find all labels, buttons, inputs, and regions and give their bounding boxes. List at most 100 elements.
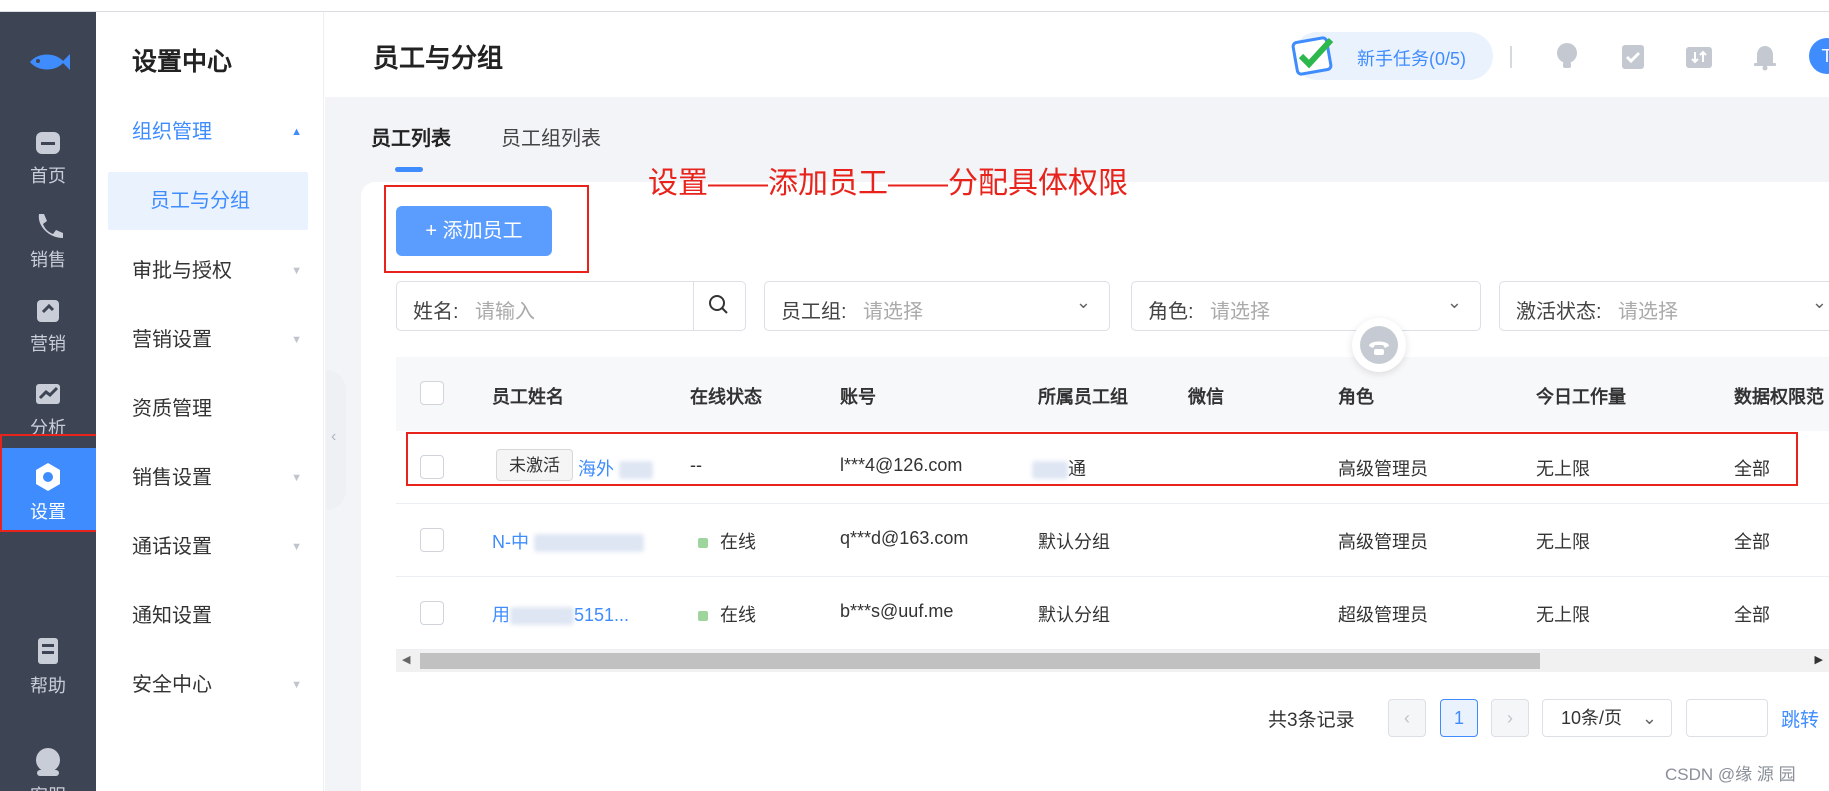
highlight-box-settings [0, 434, 104, 532]
caret-up-icon: ▲ [291, 126, 302, 138]
sidebar-item-sales[interactable]: 销售设置 ▼ [96, 450, 324, 506]
data-scope-cell: 全部 [1734, 605, 1770, 625]
rail-item-sales[interactable]: 销售 [0, 196, 96, 280]
floating-call-button[interactable] [1352, 318, 1406, 372]
table-row[interactable]: 用 5151... 在线 b***s@uuf.me 默认分组 超级管理员 无上限 … [396, 577, 1829, 650]
sidebar-item-label: 通话设置 [132, 536, 212, 558]
highlight-box-first-row [406, 432, 1798, 486]
caret-down-icon: ▼ [291, 265, 302, 277]
sidebar-item-label: 营销设置 [132, 329, 212, 351]
role-select-value: 请选择 [1210, 301, 1270, 323]
rail-item-support[interactable]: 客服 [0, 732, 96, 791]
bell-icon[interactable] [1749, 40, 1781, 72]
filter-label: 激活状态: [1516, 301, 1602, 323]
column-header: 数据权限范 [1734, 387, 1824, 407]
scrollbar-thumb[interactable] [420, 653, 1540, 669]
name-filter: 姓名: 请输入 [396, 281, 746, 331]
table-horizontal-scrollbar[interactable]: ◀ ▶ [396, 650, 1829, 672]
row-checkbox[interactable] [420, 601, 444, 625]
tab-group-list[interactable]: 员工组列表 [501, 122, 601, 151]
caret-down-icon: ▼ [291, 679, 302, 691]
search-icon [709, 295, 728, 314]
next-page-button[interactable]: › [1491, 699, 1529, 737]
row-checkbox[interactable] [420, 528, 444, 552]
rail-item-label: 销售 [30, 250, 66, 270]
sidebar-item-call[interactable]: 通话设置 ▼ [96, 519, 324, 575]
status-select-value: 请选择 [1618, 301, 1678, 323]
sidebar-item-label: 资质管理 [132, 398, 212, 420]
rail-item-help[interactable]: 帮助 [0, 622, 96, 706]
settings-sidebar: 设置中心 组织管理 ▲ 员工与分组 审批与授权 ▼ 营销设置 ▼ 资质管理 销售… [96, 12, 324, 791]
column-header: 角色 [1338, 387, 1374, 407]
online-status: 在线 [698, 601, 756, 627]
chevron-down-icon: ⌄ [1811, 292, 1827, 312]
telephone-icon [1369, 341, 1389, 355]
group-select-value: 请选择 [863, 301, 923, 323]
data-scope-cell: 全部 [1734, 532, 1770, 552]
chevron-down-icon: ⌄ [1641, 708, 1657, 728]
account-cell: b***s@uuf.me [840, 601, 954, 621]
page-number-button[interactable]: 1 [1440, 699, 1478, 737]
name-search-input[interactable]: 请输入 [475, 295, 535, 324]
folder-transfer-icon[interactable] [1683, 40, 1715, 72]
sidebar-item-notification[interactable]: 通知设置 [96, 588, 324, 644]
online-status: 在线 [698, 528, 756, 554]
column-header: 账号 [840, 387, 876, 407]
jump-page-input[interactable] [1686, 699, 1768, 737]
sidebar-item-approval[interactable]: 审批与授权 ▼ [96, 243, 324, 299]
page-size-select[interactable]: 10条/页 ⌄ [1542, 699, 1672, 737]
sidebar-item-org[interactable]: 组织管理 ▲ [96, 104, 324, 160]
caret-down-icon: ▼ [291, 541, 302, 553]
sidebar-item-qualification[interactable]: 资质管理 [96, 381, 324, 437]
sidebar-item-marketing[interactable]: 营销设置 ▼ [96, 312, 324, 368]
header-divider [1510, 46, 1512, 68]
sidebar-collapse-handle[interactable]: ‹ [326, 370, 346, 510]
top-border [0, 0, 1829, 12]
page-title: 员工与分组 [373, 43, 504, 73]
lightbulb-icon[interactable] [1551, 40, 1583, 72]
sidebar-title: 设置中心 [132, 48, 233, 76]
online-indicator-icon [698, 611, 708, 622]
sidebar-item-label: 销售设置 [132, 467, 212, 489]
role-select[interactable]: 角色: 请选择 ⌄ [1131, 281, 1481, 331]
chevron-left-icon: ‹ [331, 428, 337, 445]
scroll-left-arrow-icon[interactable]: ◀ [402, 653, 410, 666]
newbie-task-button[interactable]: 新手任务(0/5) [1291, 32, 1493, 80]
home-icon [36, 132, 60, 154]
activation-status-select[interactable]: 激活状态: 请选择 ⌄ [1499, 281, 1829, 331]
sidebar-item-staff-groups[interactable]: 员工与分组 [108, 172, 308, 230]
select-all-checkbox[interactable] [420, 381, 444, 405]
online-indicator-icon [698, 538, 708, 549]
search-button[interactable] [693, 282, 745, 330]
help-icon [38, 638, 58, 664]
prev-page-button[interactable]: ‹ [1388, 699, 1426, 737]
column-header: 在线状态 [690, 387, 762, 407]
user-avatar[interactable]: T [1809, 38, 1829, 74]
column-header: 员工姓名 [492, 387, 564, 407]
add-staff-button[interactable]: + 添加员工 [396, 206, 552, 256]
group-select[interactable]: 员工组: 请选择 ⌄ [764, 281, 1110, 331]
clipboard-check-icon[interactable] [1617, 40, 1649, 72]
active-tab-indicator [395, 167, 423, 172]
role-cell: 高级管理员 [1338, 532, 1428, 552]
sidebar-item-security[interactable]: 安全中心 ▼ [96, 657, 324, 713]
sidebar-item-label: 安全中心 [132, 674, 212, 696]
tab-staff-list[interactable]: 员工列表 [371, 122, 451, 151]
table-row[interactable]: N-中 在线 q***d@163.com 默认分组 高级管理员 无上限 全部 [396, 504, 1829, 577]
page-header: 员工与分组 新手任务(0/5) T [325, 12, 1829, 97]
group-cell: 默认分组 [1038, 605, 1110, 625]
filter-label: 角色: [1148, 301, 1194, 323]
jump-button[interactable]: 跳转 [1781, 705, 1819, 732]
rail-item-marketing[interactable]: 营销 [0, 280, 96, 364]
filter-label: 姓名: [413, 301, 459, 323]
rail-item-home[interactable]: 首页 [0, 112, 96, 196]
phone-icon [38, 214, 63, 238]
scroll-right-arrow-icon[interactable]: ▶ [1815, 653, 1823, 666]
caret-down-icon: ▼ [291, 334, 302, 346]
filter-label: 员工组: [781, 301, 847, 323]
staff-name-link[interactable]: 用 5151... [492, 601, 629, 627]
table-header: 员工姓名 在线状态 账号 所属员工组 微信 角色 今日工作量 数据权限范 [396, 357, 1829, 431]
sidebar-item-label: 员工与分组 [150, 190, 250, 212]
task-label: 新手任务(0/5) [1357, 49, 1467, 69]
staff-name-link[interactable]: N-中 [492, 528, 645, 554]
